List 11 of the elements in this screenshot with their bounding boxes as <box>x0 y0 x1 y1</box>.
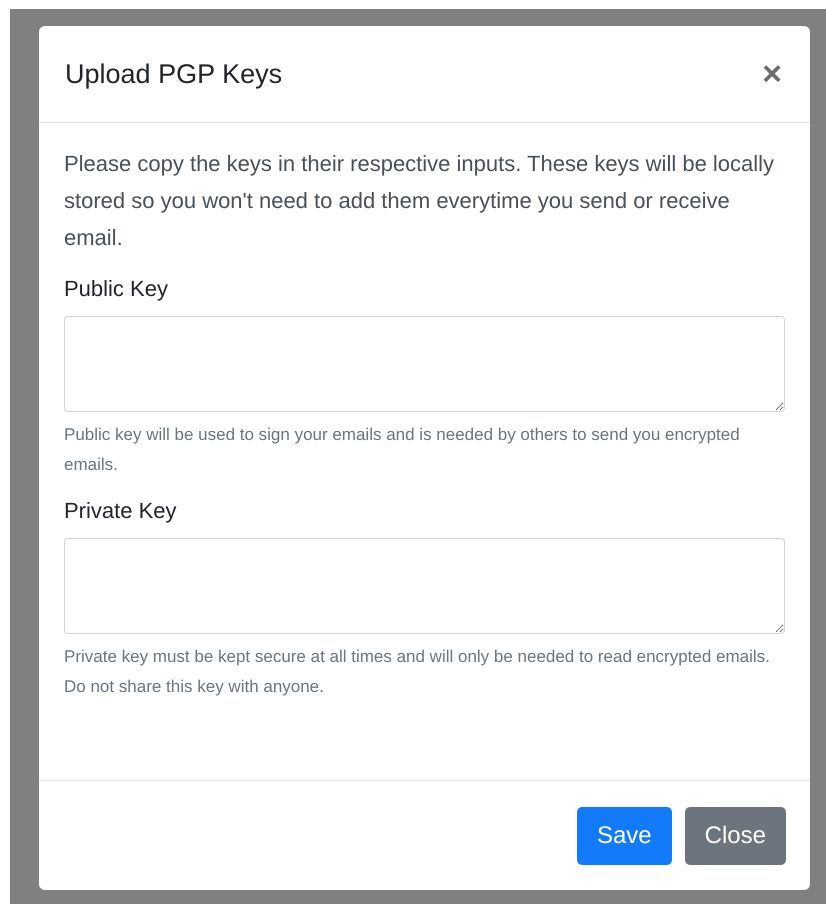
close-button[interactable]: × <box>760 57 784 91</box>
dialog-title: Upload PGP Keys <box>65 58 282 90</box>
field-label: Public Key <box>64 276 169 302</box>
intro-text: Please copy the keys in their respective inputs. These keys will be locally stored so you won't need to add them everytime you send or receive email. <box>64 150 776 252</box>
help-text: Private key must be kept secure at all times and will only be needed to read encrypted emails. Do not share this key with anyone. <box>64 646 771 698</box>
field-label: Private Key <box>64 498 178 524</box>
save-button[interactable]: Save <box>576 806 672 864</box>
key-input[interactable] <box>64 316 785 412</box>
close-button[interactable]: Close <box>684 806 786 864</box>
key-input[interactable] <box>64 538 785 634</box>
help-text: Public key will be used to sign your emails and is needed by others to send you encrypted emails. <box>64 424 741 476</box>
